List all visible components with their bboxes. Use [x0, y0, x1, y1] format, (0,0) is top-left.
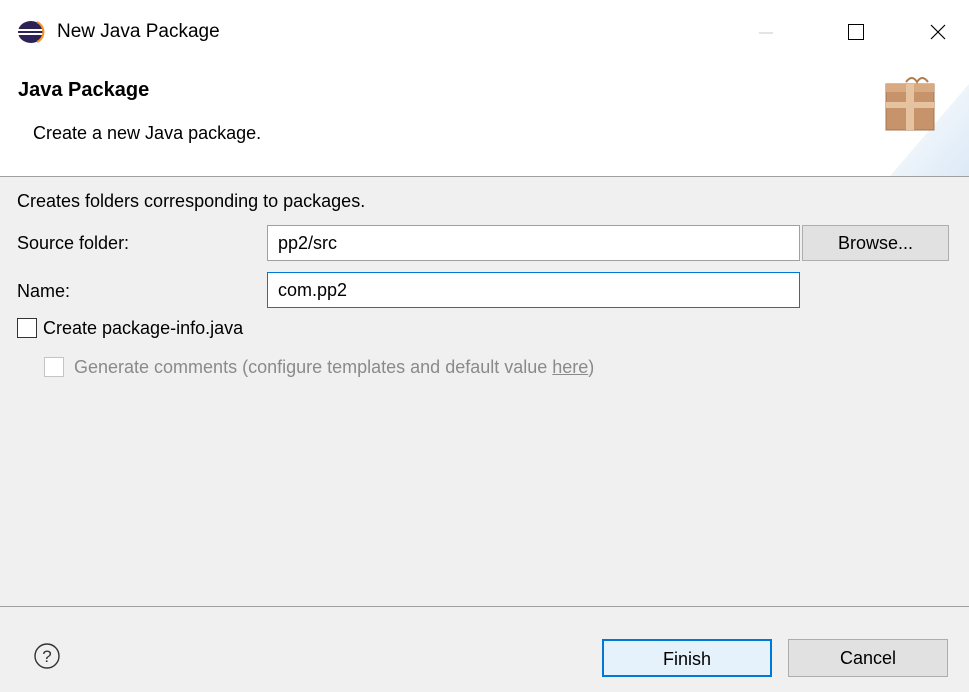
wizard-header: Java Package Create a new Java package. — [0, 64, 969, 176]
cancel-button[interactable]: Cancel — [788, 639, 948, 677]
package-wizard-icon — [885, 77, 969, 176]
page-description: Create a new Java package. — [33, 123, 262, 143]
maximize-icon[interactable] — [836, 14, 876, 50]
generate-comments-text: Generate comments (configure templates a… — [74, 357, 553, 377]
minimize-icon[interactable] — [746, 14, 786, 50]
configure-templates-link: here — [552, 357, 589, 377]
browse-button[interactable]: Browse... — [802, 225, 949, 261]
window-title: New Java Package — [57, 21, 220, 42]
close-icon[interactable] — [918, 14, 958, 50]
create-package-info-checkbox[interactable] — [17, 318, 37, 338]
package-name-input[interactable] — [267, 272, 800, 308]
name-label: Name: — [17, 281, 71, 301]
svg-text:?: ? — [42, 647, 51, 666]
header-separator — [0, 176, 969, 177]
generate-comments-label: Generate comments (configure templates a… — [74, 356, 594, 378]
help-icon[interactable]: ? — [34, 643, 60, 669]
new-java-package-dialog: New Java Package Java Package Create a n… — [0, 0, 969, 692]
create-package-info-label[interactable]: Create package-info.java — [43, 317, 243, 339]
generate-comments-suffix: ) — [588, 357, 595, 377]
page-title: Java Package — [18, 79, 150, 101]
body-description: Creates folders corresponding to package… — [17, 191, 366, 211]
eclipse-icon — [18, 21, 45, 43]
finish-button[interactable]: Finish — [602, 639, 772, 677]
generate-comments-checkbox — [44, 357, 64, 377]
footer-separator — [0, 606, 969, 607]
title-bar[interactable]: New Java Package — [0, 0, 969, 64]
source-folder-input[interactable] — [267, 225, 800, 261]
source-folder-label: Source folder: — [17, 233, 130, 253]
